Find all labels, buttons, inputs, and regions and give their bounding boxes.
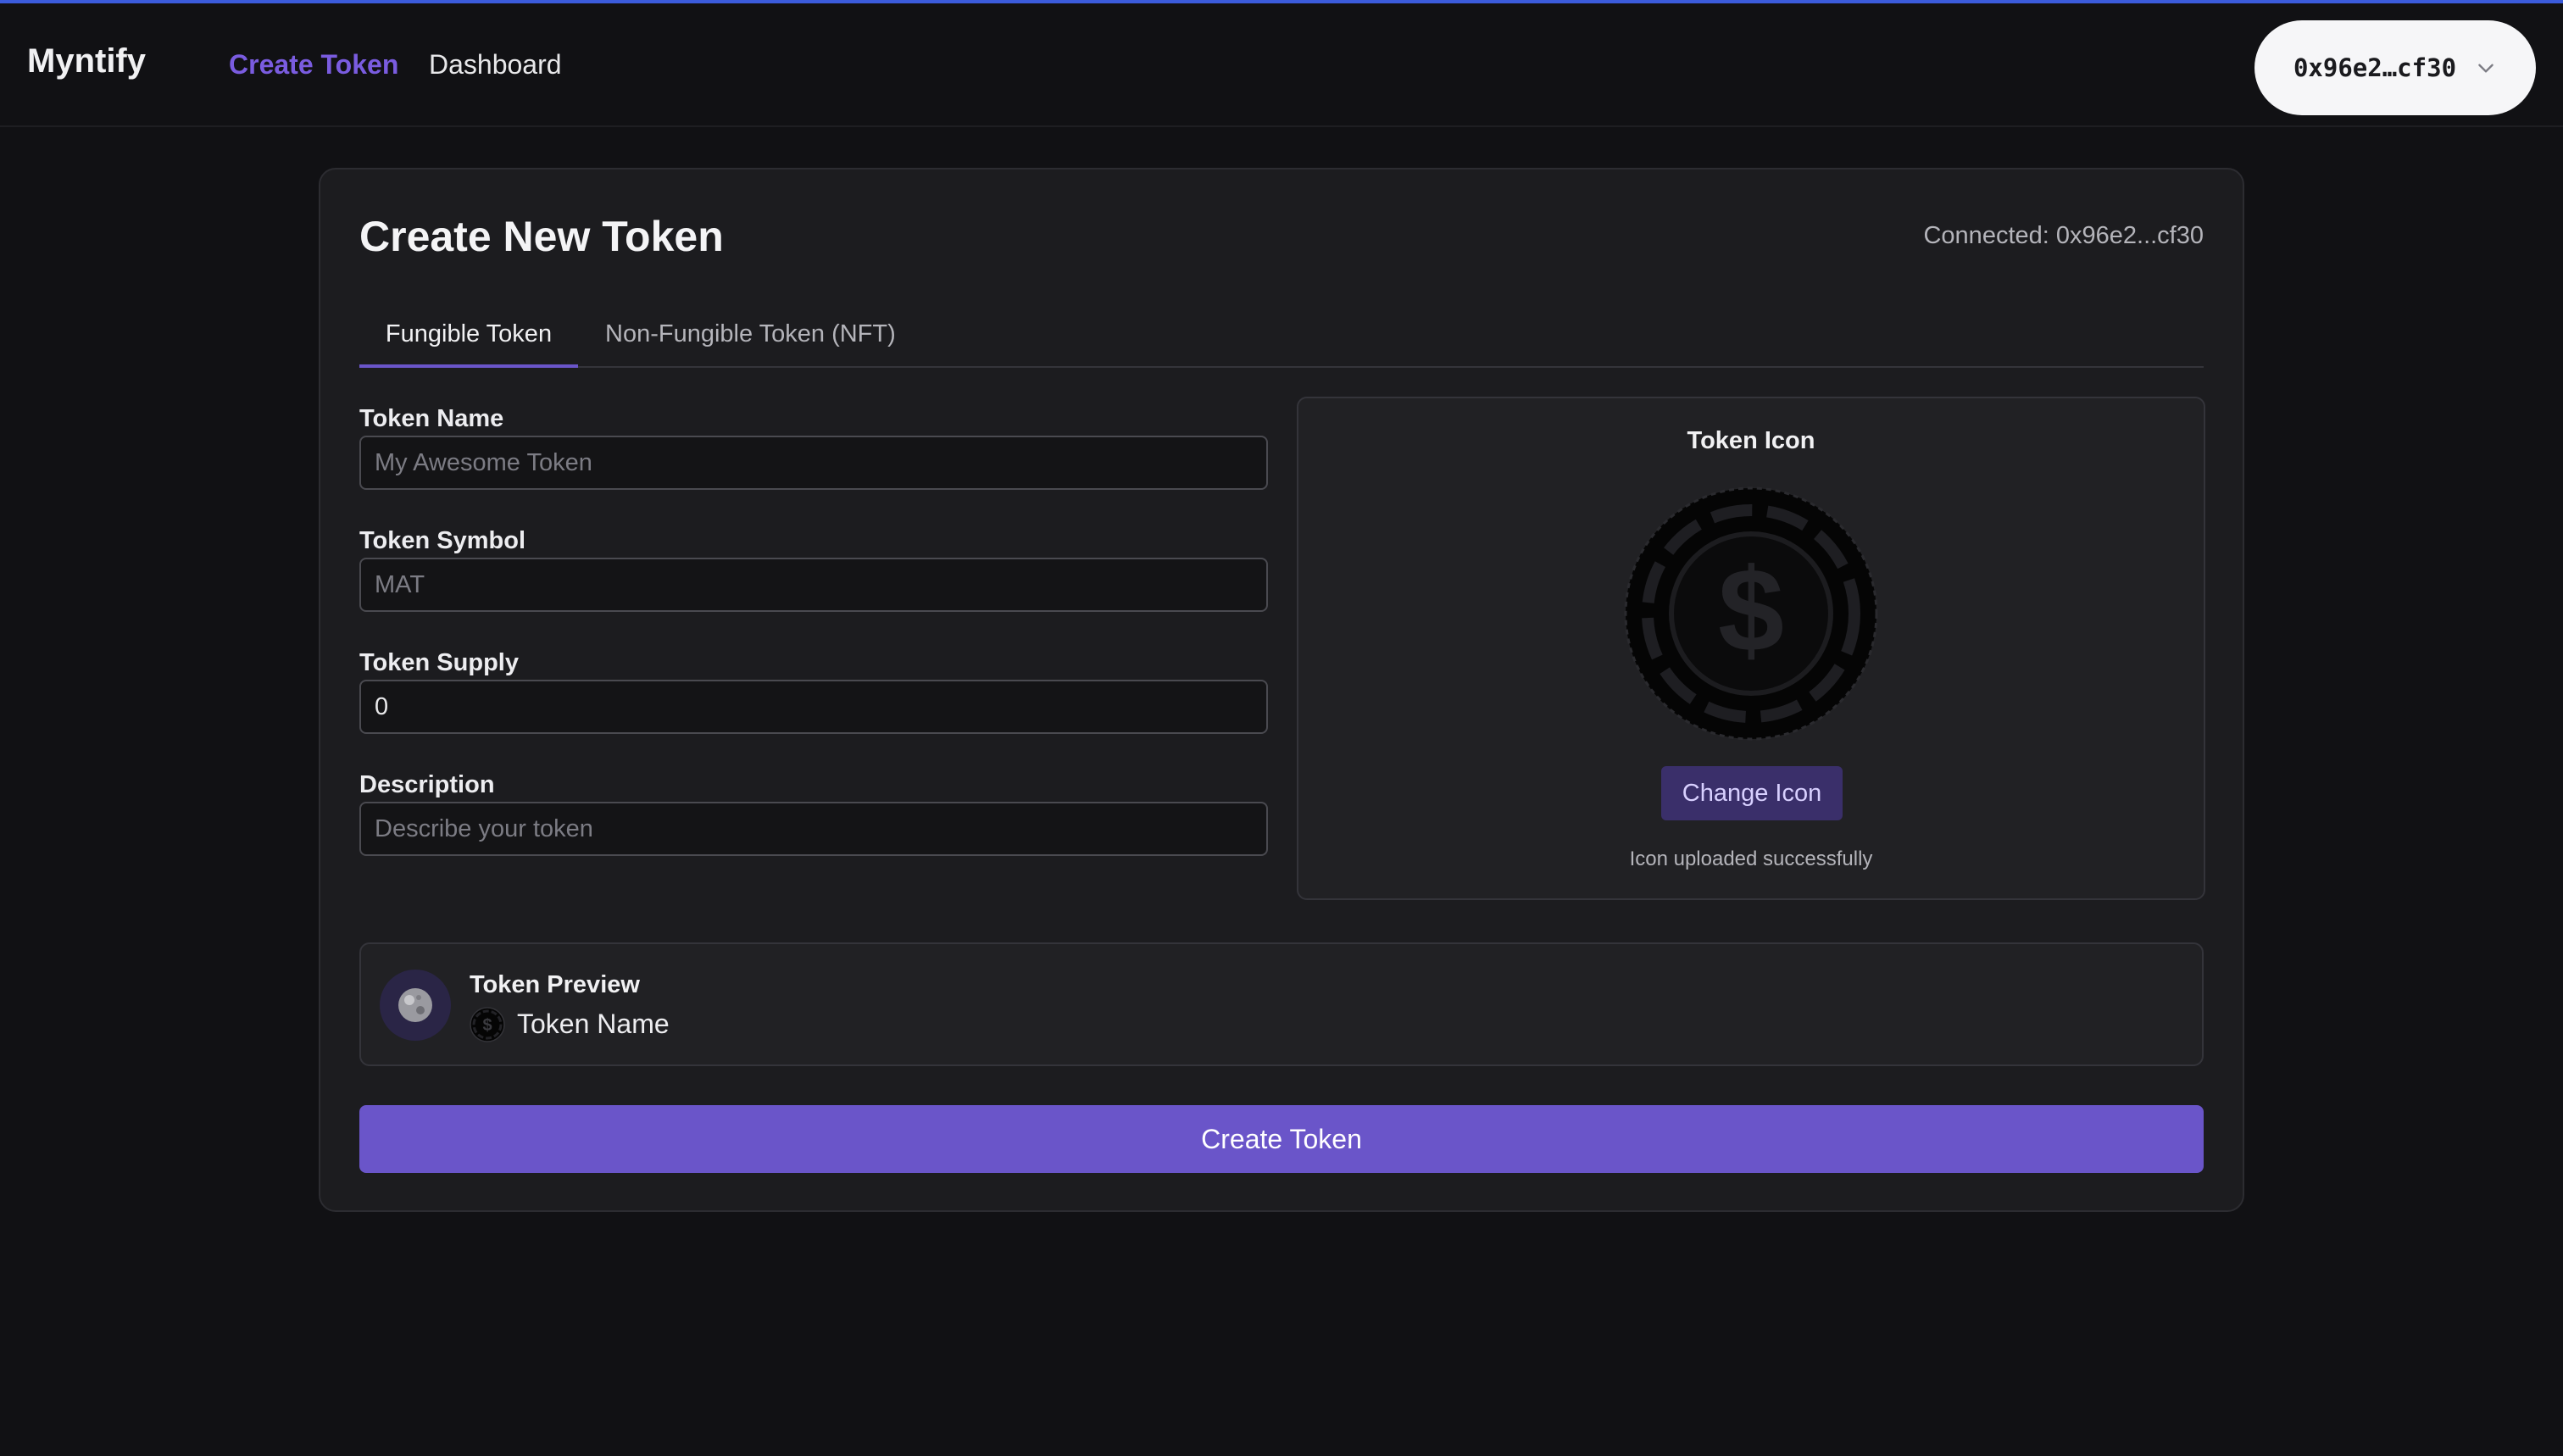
token-symbol-label: Token Symbol <box>359 527 526 554</box>
moon-avatar-icon <box>380 970 451 1041</box>
dollar-coin-icon: $ <box>1624 486 1878 741</box>
token-icon-panel: Token Icon $ Change Icon Icon uploaded s… <box>1297 397 2205 900</box>
description-input[interactable] <box>359 802 1268 856</box>
description-label: Description <box>359 771 495 798</box>
token-symbol-input[interactable] <box>359 558 1268 612</box>
wallet-address: 0x96e2…cf30 <box>2293 53 2457 82</box>
nav-dashboard[interactable]: Dashboard <box>429 49 562 81</box>
page-title: Create New Token <box>359 213 724 260</box>
nav-create-token[interactable]: Create Token <box>229 49 398 81</box>
token-supply-input[interactable] <box>359 680 1268 734</box>
wallet-button[interactable]: 0x96e2…cf30 <box>2254 20 2536 115</box>
token-name-label: Token Name <box>359 405 504 432</box>
upload-status-text: Icon uploaded successfully <box>1629 847 1873 870</box>
tab-non-fungible-token[interactable]: Non-Fungible Token (NFT) <box>605 308 896 368</box>
tab-fungible-token[interactable]: Fungible Token <box>359 308 578 368</box>
svg-text:$: $ <box>1718 543 1784 676</box>
create-token-button[interactable]: Create Token <box>359 1105 2204 1173</box>
dollar-coin-small-icon: $ <box>470 1007 505 1042</box>
token-preview-name: Token Name <box>517 1009 670 1039</box>
svg-text:$: $ <box>482 1016 492 1035</box>
token-name-input[interactable] <box>359 436 1268 490</box>
token-supply-label: Token Supply <box>359 649 519 676</box>
top-navbar: Myntify Create Token Dashboard 0x96e2…cf… <box>0 3 2563 127</box>
chevron-down-icon <box>2478 64 2494 73</box>
change-icon-button[interactable]: Change Icon <box>1661 766 1843 820</box>
create-token-card: Create New Token Connected: 0x96e2...cf3… <box>319 168 2244 1212</box>
token-preview-title: Token Preview <box>470 971 640 998</box>
brand-logo[interactable]: Myntify <box>27 42 146 81</box>
token-type-tabs: Fungible Token Non-Fungible Token (NFT) <box>359 308 2204 368</box>
token-icon-title: Token Icon <box>1687 427 1815 454</box>
token-preview-panel: Token Preview $ Token Name <box>359 942 2204 1066</box>
connected-address: Connected: 0x96e2...cf30 <box>1923 222 2204 249</box>
